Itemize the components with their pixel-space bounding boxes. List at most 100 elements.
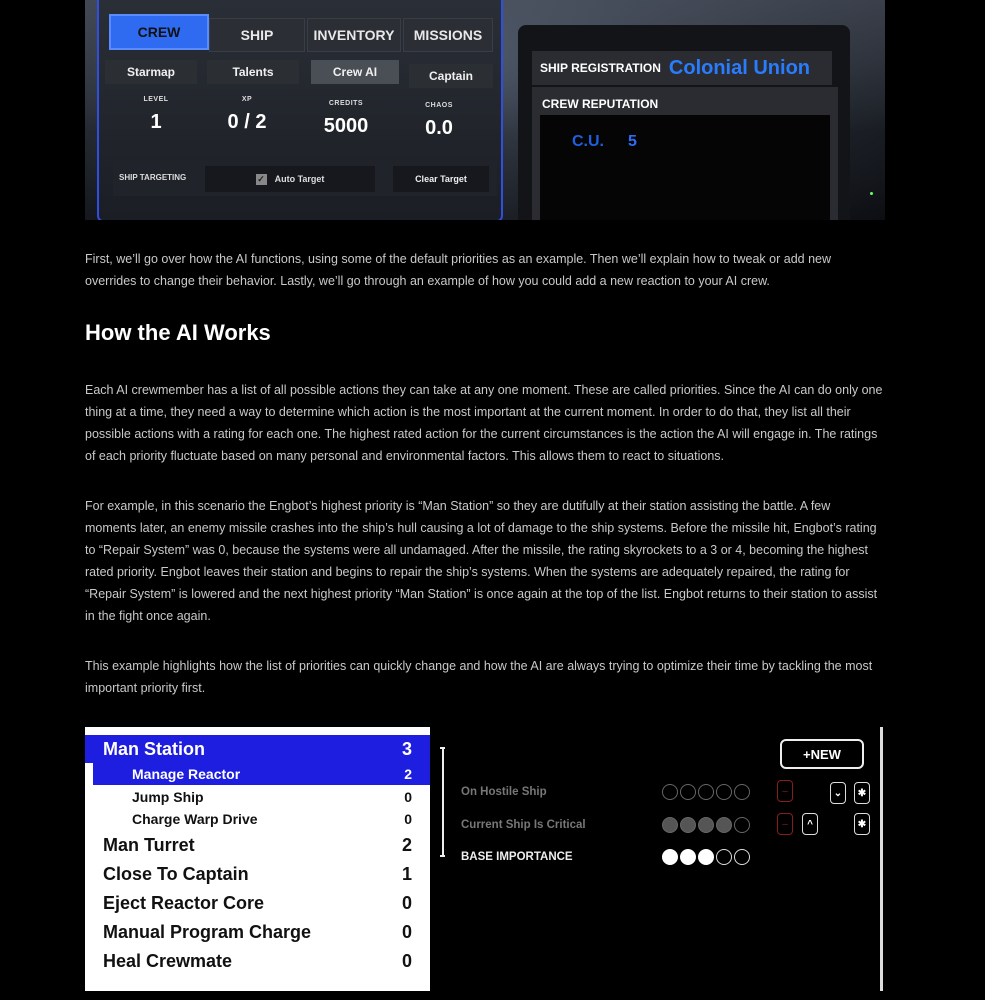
tab-ship[interactable]: SHIP <box>209 18 305 52</box>
ship-info-panel: SHIP REGISTRATION Colonial Union CREW RE… <box>518 25 850 220</box>
stat-credits-label: CREDITS <box>328 100 364 107</box>
asterisk-icon[interactable]: ✱ <box>854 813 870 835</box>
auto-target-toggle[interactable]: ✓ Auto Target <box>205 166 375 192</box>
checkbox-icon[interactable]: ✓ <box>255 173 267 185</box>
subtab-captain[interactable]: Captain <box>409 64 493 88</box>
rating-dot[interactable] <box>734 784 750 800</box>
priority-row[interactable]: Jump Ship 0 <box>85 786 430 808</box>
rating-dot[interactable] <box>680 784 696 800</box>
rating-dots[interactable] <box>662 817 750 833</box>
priority-row[interactable]: Close To Captain 1 <box>85 860 430 888</box>
bracket-top <box>440 747 445 749</box>
priority-row[interactable]: Man Station 3 <box>85 735 430 763</box>
ship-targeting-label: SHIP TARGETING <box>119 173 187 182</box>
rating-dot[interactable] <box>662 817 678 833</box>
rating-dot[interactable] <box>662 849 678 865</box>
star-dot <box>870 192 873 195</box>
rating-dot[interactable] <box>716 817 732 833</box>
tab-missions[interactable]: MISSIONS <box>403 18 493 52</box>
stat-xp-label: XP <box>241 96 253 103</box>
priority-score: 3 <box>401 738 412 759</box>
paragraph-priorities: Each AI crewmember has a list of all pos… <box>85 383 883 463</box>
game-screenshot-ai-priorities: Man Station 3 Manage Reactor 2 Jump Ship… <box>85 727 885 991</box>
bracket-line <box>442 747 444 857</box>
ship-registration-value: Colonial Union <box>668 56 810 79</box>
override-bracket <box>440 747 445 857</box>
bracket-bottom <box>440 855 445 857</box>
priority-name: Jump Ship <box>132 789 204 805</box>
ship-registration: SHIP REGISTRATION Colonial Union <box>532 51 832 85</box>
stat-level-label: LEVEL <box>143 96 169 103</box>
priority-score: 2 <box>401 834 412 855</box>
rating-dot[interactable] <box>734 817 750 833</box>
base-importance-label: BASE IMPORTANCE <box>461 851 573 863</box>
rating-dot[interactable] <box>716 849 732 865</box>
priority-score: 0 <box>401 921 412 942</box>
stat-xp: XP 0 / 2 <box>217 96 277 134</box>
priority-row[interactable]: Manage Reactor 2 <box>93 763 430 785</box>
stat-xp-value: 0 / 2 <box>227 111 267 133</box>
priority-score: 0 <box>401 892 412 913</box>
priority-row[interactable]: Charge Warp Drive 0 <box>85 808 430 830</box>
stat-level-value: 1 <box>150 111 162 133</box>
clear-target-button[interactable]: Clear Target <box>393 166 489 192</box>
rating-dot[interactable] <box>716 784 732 800</box>
rating-dot[interactable] <box>734 849 750 865</box>
tab-inventory[interactable]: INVENTORY <box>307 18 401 52</box>
auto-target-label: Auto Target <box>274 174 325 184</box>
reputation-list: C.U. 5 <box>540 115 830 220</box>
stat-credits: CREDITS 5000 <box>311 100 381 138</box>
rating-dot[interactable] <box>698 849 714 865</box>
priority-score: 0 <box>401 950 412 971</box>
priority-name: Charge Warp Drive <box>132 811 258 827</box>
priority-score: 0 <box>404 811 412 827</box>
remove-override-button[interactable]: – <box>777 813 793 835</box>
paragraph-example: For example, in this scenario the Engbot… <box>85 499 878 623</box>
priority-name: Manage Reactor <box>132 766 241 782</box>
rating-dots[interactable] <box>662 849 750 865</box>
rating-dots[interactable] <box>662 784 750 800</box>
game-screenshot-crew: CREW SHIP INVENTORY MISSIONS Starmap Tal… <box>85 0 885 220</box>
priority-row[interactable]: Manual Program Charge 0 <box>85 918 430 946</box>
stat-level: LEVEL 1 <box>131 96 181 134</box>
rating-dot[interactable] <box>698 784 714 800</box>
remove-override-button[interactable]: – <box>777 780 793 802</box>
priority-name: Manual Program Charge <box>103 921 312 942</box>
subtab-talents[interactable]: Talents <box>207 60 299 84</box>
crew-panel: CREW SHIP INVENTORY MISSIONS Starmap Tal… <box>97 0 503 220</box>
stat-chaos-label: CHAOS <box>425 102 453 109</box>
stat-credits-value: 5000 <box>323 115 369 137</box>
priority-row[interactable]: Eject Reactor Core 0 <box>85 889 430 917</box>
crew-reputation-label: CREW REPUTATION <box>542 97 659 111</box>
new-override-button[interactable]: +NEW <box>780 739 864 769</box>
stat-chaos-value: 0.0 <box>425 117 453 139</box>
priority-name: Heal Crewmate <box>103 950 233 971</box>
rating-dot[interactable] <box>680 817 696 833</box>
section-heading: How the AI Works <box>85 320 271 345</box>
paragraph-summary: This example highlights how the list of … <box>85 659 873 695</box>
asterisk-icon[interactable]: ✱ <box>854 782 870 804</box>
rating-dot[interactable] <box>698 817 714 833</box>
priority-row[interactable]: Man Turret 2 <box>85 831 430 859</box>
chevron-down-icon[interactable]: ⌄ <box>830 782 846 804</box>
tab-crew[interactable]: CREW <box>109 14 209 50</box>
priority-list: Man Station 3 Manage Reactor 2 Jump Ship… <box>85 727 430 991</box>
subtab-starmap[interactable]: Starmap <box>105 60 197 84</box>
priority-row[interactable]: Heal Crewmate 0 <box>85 947 430 975</box>
priority-name: Eject Reactor Core <box>103 892 265 913</box>
priority-score: 1 <box>401 863 412 884</box>
intro-paragraph: First, we’ll go over how the AI function… <box>85 252 831 288</box>
priority-name: Man Station <box>103 738 205 759</box>
rating-dot[interactable] <box>680 849 696 865</box>
chevron-up-icon[interactable]: ^ <box>802 813 818 835</box>
priority-score: 2 <box>404 766 412 782</box>
override-label: On Hostile Ship <box>461 786 547 798</box>
priority-score: 0 <box>404 789 412 805</box>
stat-chaos: CHAOS 0.0 <box>409 102 469 140</box>
subtab-crew-ai[interactable]: Crew AI <box>311 60 399 84</box>
priority-name: Close To Captain <box>103 863 249 884</box>
rating-dot[interactable] <box>662 784 678 800</box>
priority-name: Man Turret <box>103 834 195 855</box>
ship-targeting: SHIP TARGETING ✓ Auto Target Clear Targe… <box>113 160 497 196</box>
crew-reputation: CREW REPUTATION C.U. 5 <box>532 87 838 220</box>
